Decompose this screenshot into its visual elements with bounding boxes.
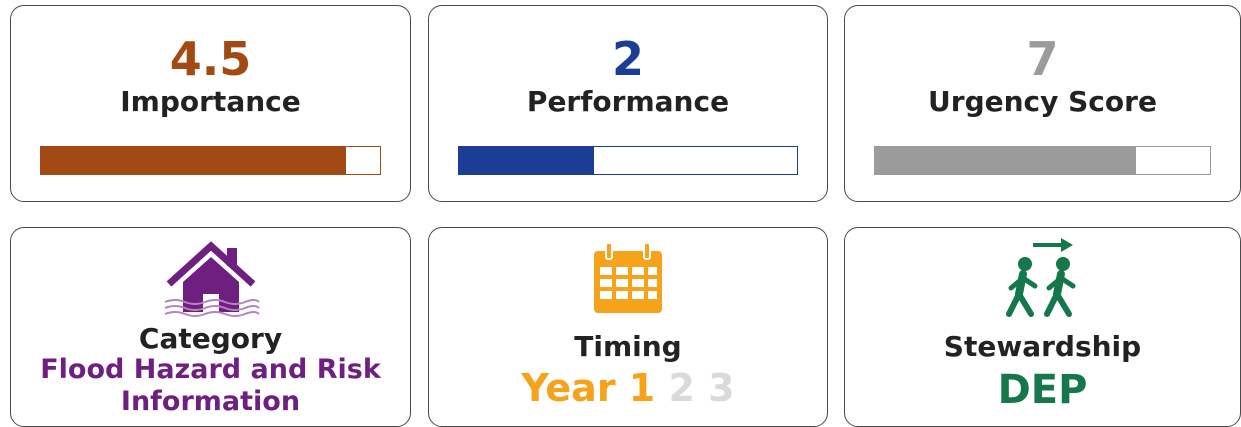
performance-value: 2 <box>611 32 644 86</box>
flooded-house-icon <box>164 241 260 317</box>
timing-label: Timing <box>574 330 682 363</box>
category-label: Category <box>138 322 283 355</box>
timing-years: Year 1 2 3 <box>429 366 827 410</box>
urgency-bar <box>874 146 1211 175</box>
timing-year-3: 3 <box>708 366 735 410</box>
importance-bar <box>40 146 381 175</box>
performance-label: Performance <box>526 85 730 118</box>
performance-bar <box>458 146 798 175</box>
urgency-label: Urgency Score <box>928 85 1157 118</box>
timing-year-2: 2 <box>668 366 695 410</box>
calendar-icon <box>594 243 662 313</box>
performance-card: 2 Performance <box>428 5 828 202</box>
urgency-card: 7 Urgency Score <box>844 5 1241 202</box>
urgency-value: 7 <box>1026 32 1059 86</box>
category-value-line1: Flood Hazard and Risk <box>40 354 381 385</box>
urgency-bar-fill <box>875 147 1137 174</box>
people-walking-arrow-icon <box>1005 238 1075 317</box>
timing-card: Timing Year 1 2 3 <box>428 227 828 427</box>
importance-card: 4.5 Importance <box>10 5 411 202</box>
importance-label: Importance <box>120 85 301 118</box>
stewardship-card: Stewardship DEP <box>844 227 1241 427</box>
category-value-line2: Information <box>120 386 301 417</box>
importance-value: 4.5 <box>169 32 252 86</box>
timing-year-current: Year 1 <box>521 366 656 410</box>
performance-bar-fill <box>459 147 595 174</box>
category-card: Category Flood Hazard and Risk Informati… <box>10 227 411 427</box>
importance-bar-fill <box>41 147 347 174</box>
stewardship-value: DEP <box>997 367 1088 413</box>
stewardship-label: Stewardship <box>943 330 1142 363</box>
